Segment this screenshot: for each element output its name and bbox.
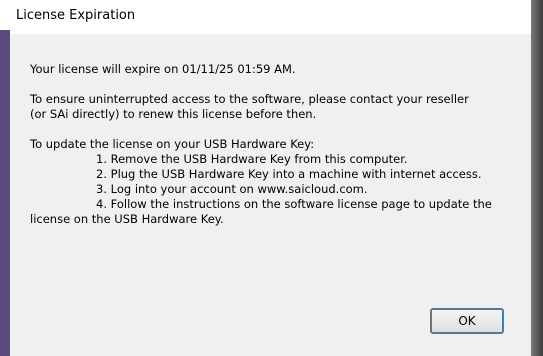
renew-instructions: To ensure uninterrupted access to the so… — [30, 92, 525, 122]
step-continuation: license on the USB Hardware Key. — [30, 212, 224, 226]
step-item: 2. Plug the USB Hardware Key into a mach… — [96, 167, 482, 181]
step-item: 1. Remove the USB Hardware Key from this… — [96, 152, 408, 166]
license-expiration-dialog: License Expiration Your license will exp… — [10, 0, 531, 356]
renew-line-2: (or SAi directly) to renew this license … — [30, 107, 317, 121]
dialog-title: License Expiration — [16, 8, 136, 23]
update-heading: To update the license on your USB Hardwa… — [30, 137, 315, 151]
dialog-message: Your license will expire on 01/11/25 01:… — [30, 62, 525, 227]
window-edge-shadow — [531, 0, 543, 356]
background-accent-bar — [0, 30, 10, 356]
update-instructions: To update the license on your USB Hardwa… — [30, 137, 525, 227]
renew-line-1: To ensure uninterrupted access to the so… — [30, 92, 469, 106]
step-item: 3. Log into your account on www.saicloud… — [96, 182, 368, 196]
dialog-title-bar[interactable]: License Expiration — [10, 0, 531, 34]
ok-button[interactable]: OK — [430, 308, 504, 334]
step-item: 4. Follow the instructions on the softwa… — [96, 197, 492, 211]
expiry-message: Your license will expire on 01/11/25 01:… — [30, 62, 296, 76]
